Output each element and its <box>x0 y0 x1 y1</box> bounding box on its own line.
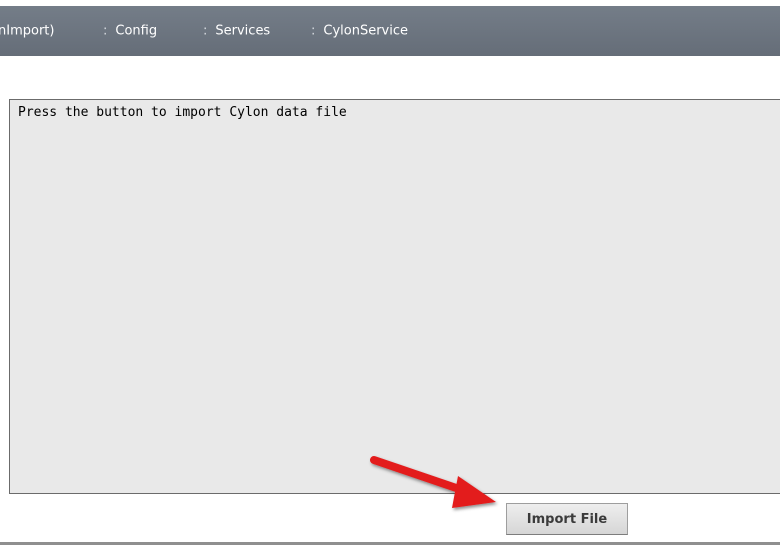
breadcrumb-item-services[interactable]: : Services <box>203 24 270 39</box>
breadcrumb-separator: : <box>103 23 108 39</box>
breadcrumb-label: nImport) <box>0 23 55 39</box>
breadcrumb-label: Services <box>215 23 271 39</box>
breadcrumb-item-import[interactable]: nImport) <box>0 24 54 39</box>
breadcrumb: nImport) : Config : Services : CylonService <box>0 6 780 56</box>
output-text-area[interactable]: Press the button to import Cylon data fi… <box>9 99 780 494</box>
breadcrumb-item-cylonservice[interactable]: : CylonService <box>311 24 408 39</box>
breadcrumb-item-config[interactable]: : Config <box>103 24 157 39</box>
breadcrumb-separator: : <box>311 23 316 39</box>
import-file-button[interactable]: Import File <box>506 503 628 535</box>
bottom-divider <box>0 542 780 545</box>
arrow-shape <box>370 456 496 508</box>
red-arrow-icon <box>370 456 496 508</box>
breadcrumb-separator: : <box>203 23 208 39</box>
breadcrumb-label: CylonService <box>323 23 409 39</box>
breadcrumb-label: Config <box>115 23 158 39</box>
